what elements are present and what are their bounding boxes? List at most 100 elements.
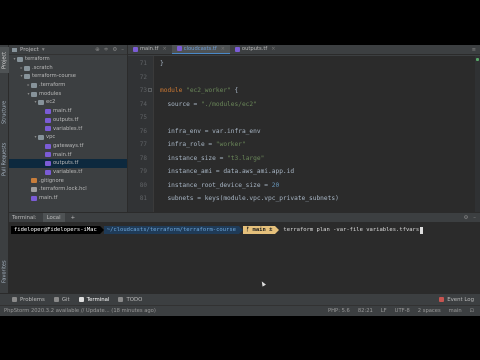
fold-marker-icon[interactable] [148, 88, 152, 92]
lock-icon[interactable]: ⊡ [470, 308, 474, 314]
code-line-71: } [160, 60, 164, 67]
git-branch-icon [53, 297, 59, 302]
tree-file[interactable]: outputs.tf [9, 159, 127, 168]
line-number-gutter: 71 72 73 74 75 76 77 78 79 80 81 [128, 56, 154, 212]
line-separator[interactable]: LF [381, 308, 387, 314]
terminal-command: terraform plan -var-file variables.tfvar… [283, 227, 420, 233]
code-string: "ec2_worker" [186, 87, 231, 94]
editor-tab-bar: main.tf × cloudcasts.tf × outputs.tf × ≡ [128, 45, 480, 55]
minimize-icon[interactable]: – [121, 47, 124, 53]
editor-tab-outputs-tf[interactable]: outputs.tf × [230, 45, 281, 54]
code-line-79: instance_ami = data.aws_ami.app.id [160, 168, 295, 175]
problems-tool-tab[interactable]: Problems [12, 297, 45, 303]
line-number: 75 [139, 114, 147, 121]
code-keyword: module [160, 87, 183, 94]
tree-folder[interactable]: ▸ .terraform [9, 81, 127, 90]
mouse-pointer-icon [260, 280, 266, 287]
favorites-tool-tab[interactable]: Favorites [0, 257, 9, 287]
line-number: 74 [139, 100, 147, 108]
close-icon[interactable]: × [221, 46, 225, 52]
tree-folder[interactable]: ▾ terraform-course [9, 72, 127, 81]
code-line-76: infra_env = var.infra_env [160, 127, 261, 135]
terminal-tool-tab[interactable]: Terminal [78, 296, 110, 303]
terminal-panel[interactable]: fideloper@Fidelopers-iMac ~/cloudcasts/t… [9, 222, 480, 293]
ide-window: Project Structure Pull Requests Favorite… [0, 45, 480, 316]
tree-file[interactable]: variables.tf [9, 125, 127, 134]
structure-tool-tab[interactable]: Structure [0, 95, 9, 129]
line-number: 76 [139, 127, 147, 135]
line-number: 79 [139, 168, 147, 175]
tree-folder[interactable]: ▾ ec2 [9, 98, 127, 107]
code-text: instance_size = [160, 154, 228, 162]
update-notification[interactable]: PhpStorm 2020.3.2 available // Update...… [4, 308, 156, 314]
locate-icon[interactable]: ⊕ [95, 47, 100, 53]
letterbox-top [0, 0, 480, 45]
code-string: "t3.large" [227, 154, 265, 162]
tool-tab-label: Terminal [86, 296, 110, 303]
file-encoding[interactable]: UTF-8 [395, 308, 410, 314]
event-log-tool-tab[interactable]: Event Log [439, 297, 480, 303]
tree-item-label: variables.tf [53, 125, 83, 132]
tree-folder[interactable]: ▾ terraform [9, 55, 127, 64]
terminal-prompt: fideloper@Fidelopers-iMac ~/cloudcasts/t… [11, 226, 424, 234]
check-icon [476, 58, 479, 61]
project-panel-title[interactable]: Project [20, 47, 39, 53]
tree-file[interactable]: main.tf [9, 151, 127, 160]
terraform-file-icon [45, 126, 51, 132]
close-icon[interactable]: × [271, 46, 275, 52]
terraform-file-icon [45, 169, 51, 175]
project-panel-header: Project ▾ ⊕ ≑ ⚙ – [9, 45, 127, 55]
tree-file[interactable]: main.tf [9, 194, 127, 203]
todo-tool-tab[interactable]: TODO [118, 297, 142, 303]
tree-item-label: .terraform.lock.hcl [39, 186, 87, 193]
code-editor[interactable]: 71 72 73 74 75 76 77 78 79 80 81 } modul… [128, 56, 480, 212]
close-icon[interactable]: × [162, 46, 166, 52]
tree-file[interactable]: main.tf [9, 107, 127, 116]
terminal-tab-local[interactable]: Local [42, 212, 65, 223]
php-version[interactable]: PHP: 5.6 [328, 308, 350, 314]
line-number: 72 [139, 73, 147, 81]
git-tool-tab[interactable]: Git [53, 297, 70, 303]
code-line-80: instance_root_device_size = 20 [160, 182, 279, 189]
chevron-down-icon[interactable]: ▾ [42, 47, 45, 53]
tree-item-label: terraform-course [32, 73, 76, 80]
indent-setting[interactable]: 2 spaces [418, 308, 441, 314]
code-text: { [230, 87, 239, 94]
letterbox-bottom [0, 316, 480, 360]
gear-icon[interactable]: ⚙ [112, 47, 117, 53]
tree-folder[interactable]: ▾ modules [9, 90, 127, 99]
tree-item-label: terraform [25, 56, 50, 62]
terminal-icon [78, 297, 84, 302]
tree-folder[interactable]: ▸ .scratch [9, 64, 127, 73]
cursor-position[interactable]: 82:21 [358, 308, 373, 314]
text-file-icon [31, 187, 37, 193]
code-string: "./modules/ec2" [200, 100, 257, 108]
tree-file[interactable]: .terraform.lock.hcl [9, 185, 127, 194]
tree-folder[interactable]: ▾ vpc [9, 133, 127, 142]
left-tool-strip: Project Structure Pull Requests Favorite… [0, 45, 9, 300]
new-terminal-button[interactable]: + [71, 215, 76, 221]
tool-tab-label: TODO [126, 296, 143, 303]
terraform-file-icon [45, 108, 51, 114]
line-number: 78 [139, 154, 147, 162]
tree-file[interactable]: gateways.tf [9, 142, 127, 151]
editor-tab-main-tf[interactable]: main.tf × [128, 45, 172, 54]
gear-icon[interactable]: ⚙ [463, 215, 468, 221]
status-bar-right: PHP: 5.6 82:21 LF UTF-8 2 spaces main ⊡ [328, 308, 480, 314]
editor-tab-cloudcasts-tf[interactable]: cloudcasts.tf × [171, 45, 230, 54]
line-number: 73 [139, 87, 147, 94]
pull-requests-tool-tab[interactable]: Pull Requests [0, 139, 9, 179]
editor-scrollbar[interactable] [475, 56, 480, 212]
code-line-77: infra_role = "worker" [160, 141, 245, 148]
tabs-menu-icon[interactable]: ≡ [472, 47, 480, 53]
todo-icon [118, 297, 124, 302]
minimize-icon[interactable]: – [473, 215, 476, 221]
git-branch-widget[interactable]: main [449, 308, 462, 314]
tree-file[interactable]: variables.tf [9, 168, 127, 177]
code-text: source = [160, 100, 201, 108]
collapse-icon[interactable]: ≑ [104, 47, 109, 53]
tree-file[interactable]: outputs.tf [9, 116, 127, 125]
project-tool-tab[interactable]: Project [0, 47, 9, 73]
tree-file[interactable]: .gitignore [9, 177, 127, 186]
code-line-73: module "ec2_worker" { [160, 87, 238, 94]
